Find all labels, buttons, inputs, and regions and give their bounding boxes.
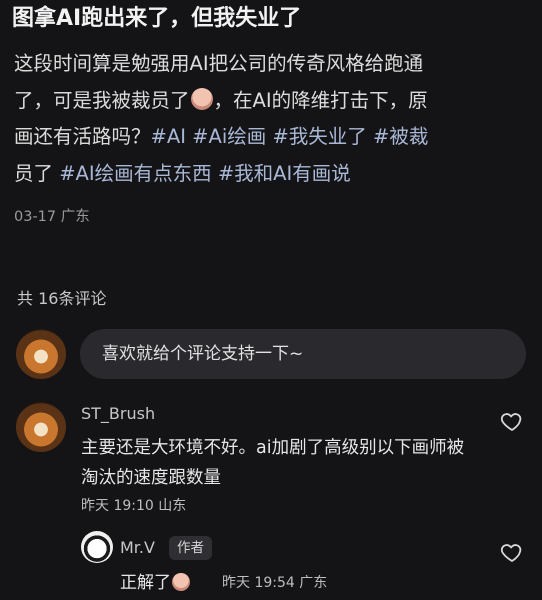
post-body-line-4-text: 员了 xyxy=(14,161,54,185)
comment-meta: 昨天 19:10 山东 xyxy=(81,498,187,514)
comment-input[interactable]: 喜欢就给个评论支持一下~ xyxy=(80,329,526,379)
author-badge: 作者 xyxy=(169,536,212,560)
heart-outline-icon[interactable] xyxy=(500,540,524,564)
commenter-avatar[interactable] xyxy=(16,402,66,452)
sad-face-emoji-icon xyxy=(190,87,213,110)
reply-username[interactable]: Mr.V xyxy=(120,538,155,557)
sad-face-emoji-icon xyxy=(172,573,190,591)
post-body: 这段时间算是勉强用AI把公司的传奇风格给跑通 了，可是我被裁员了 ，在AI的降维打… xyxy=(14,46,528,192)
post-body-line-2: 了，可是我被裁员了 ，在AI的降维打击下，原 xyxy=(14,83,528,120)
reply-text: 正解了 xyxy=(120,568,191,593)
reply-text-label: 正解了 xyxy=(120,573,171,593)
post-body-line-2-prefix: 了，可是我被裁员了 xyxy=(14,88,190,112)
reply-avatar[interactable] xyxy=(81,531,113,563)
post-meta: 03-17 广东 xyxy=(14,209,90,225)
post-body-line-3: 画还有活路吗？#AI #Ai绘画 #我失业了 #被裁 xyxy=(14,119,528,156)
hashtags-line-3[interactable]: #AI #Ai绘画 #我失业了 #被裁 xyxy=(151,125,429,148)
post-body-line-1: 这段时间算是勉强用AI把公司的传奇风格给跑通 xyxy=(14,52,424,75)
comment-username[interactable]: ST_Brush xyxy=(81,404,155,423)
post-body-line-2-suffix: ，在AI的降维打击下，原 xyxy=(213,88,428,112)
comment-text: 主要还是大环境不好。ai加剧了高级别以下画师被淘汰的速度跟数量 xyxy=(81,438,465,488)
reply-meta: 昨天 19:54 广东 xyxy=(222,575,328,591)
heart-outline-icon[interactable] xyxy=(500,409,524,433)
my-avatar[interactable] xyxy=(16,329,66,379)
hashtags-line-4[interactable]: #AI绘画有点东西 #我和AI有画说 xyxy=(59,162,351,185)
post-title: 图拿AI跑出来了，但我失业了 xyxy=(12,6,302,31)
post-body-line-3-text: 画还有活路吗？ xyxy=(14,125,151,148)
post-body-line-4: 员了 #AI绘画有点东西 #我和AI有画说 xyxy=(14,156,528,193)
comment-count: 共 16条评论 xyxy=(17,289,107,308)
